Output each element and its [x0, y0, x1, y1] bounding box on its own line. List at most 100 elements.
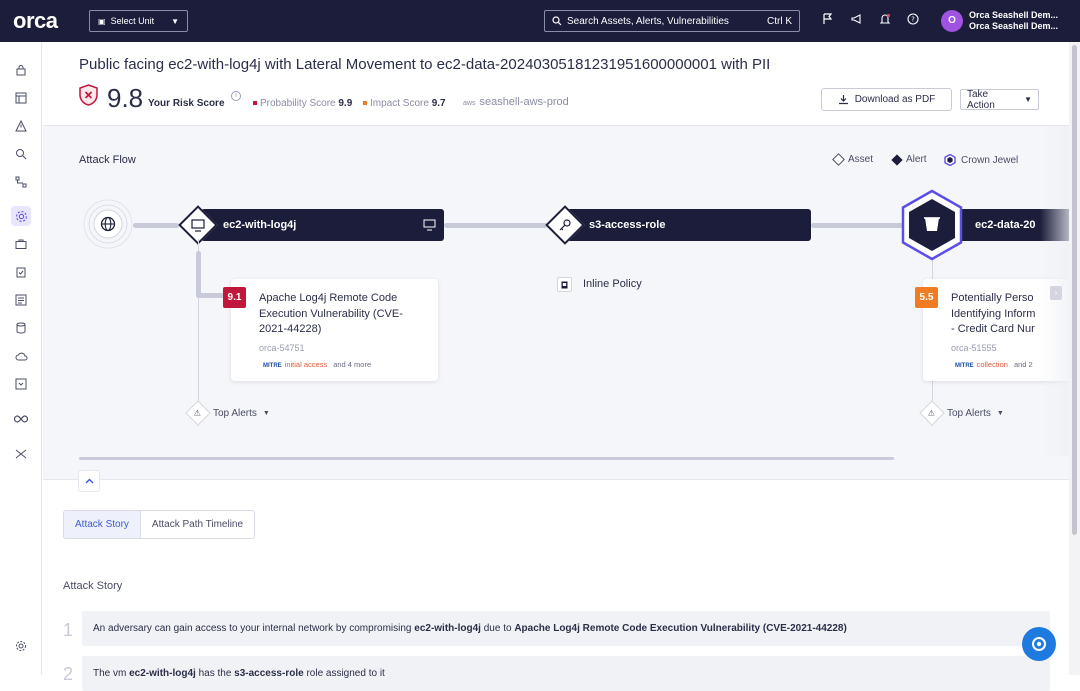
legend-crown-jewel-label: Crown Jewel: [961, 154, 1019, 166]
list-icon[interactable]: [11, 290, 31, 310]
story-step-number: 1: [63, 620, 74, 640]
settings-icon[interactable]: [11, 636, 31, 656]
key-icon: [551, 211, 579, 239]
alert-title-line: Apache Log4j Remote Code: [259, 292, 398, 304]
asset-diamond-icon: [832, 153, 845, 166]
mitre-tag: MITRE initial access and 4 more: [263, 360, 371, 369]
story-step: An adversary can gain access to your int…: [82, 611, 1050, 646]
alert-connector: [196, 293, 226, 298]
search-icon: [552, 16, 562, 26]
more-tactics[interactable]: and 4 more: [333, 360, 371, 369]
caret-down-icon: ▼: [996, 409, 1004, 417]
search-input[interactable]: Search Assets, Alerts, Vulnerabilities C…: [544, 10, 800, 32]
collapse-flow-button[interactable]: [78, 470, 100, 492]
more-tactics[interactable]: and 2: [1014, 360, 1033, 369]
tab-attack-story[interactable]: Attack Story: [64, 511, 141, 538]
crown-jewel-hexagon[interactable]: [899, 189, 965, 261]
asset-node-label: ec2-with-log4j: [223, 219, 297, 231]
briefcase-icon[interactable]: [11, 234, 31, 254]
infinity-icon[interactable]: [11, 409, 31, 429]
story-tabs: Attack Story Attack Path Timeline: [63, 510, 256, 539]
lock-icon[interactable]: [11, 60, 31, 80]
impact-score: Impact Score 9.7: [363, 98, 446, 109]
help-icon[interactable]: ?: [906, 13, 920, 27]
info-icon[interactable]: i: [231, 91, 241, 101]
cloud-account[interactable]: aws seashell-aws-prod: [463, 96, 569, 108]
search-icon[interactable]: [11, 144, 31, 164]
attack-path-icon[interactable]: [11, 206, 31, 226]
story-text: An adversary can gain access to your int…: [93, 623, 415, 634]
alert-score-badge: 9.1: [223, 287, 246, 308]
download-icon: [838, 95, 848, 105]
cloud-icon[interactable]: [11, 346, 31, 366]
internet-node[interactable]: [83, 199, 133, 249]
user-menu[interactable]: Orca Seashell Dem... Orca Seashell Dem..…: [969, 10, 1058, 32]
asset-node-ec2-with-log4j[interactable]: ec2-with-log4j: [201, 209, 444, 241]
top-bar: orca ▣ Select Unit ▼ Search Assets, Aler…: [0, 0, 1080, 42]
download-pdf-button[interactable]: Download as PDF: [821, 88, 952, 111]
alert-diamond-icon: [891, 153, 903, 166]
mitre-tactic: initial access: [284, 360, 328, 369]
select-unit-dropdown[interactable]: ▣ Select Unit ▼: [89, 10, 188, 32]
attack-flow-panel: Attack Flow Asset Alert Crown Jewel ec2-…: [43, 125, 1080, 480]
attack-story-title: Attack Story: [63, 580, 123, 592]
page-scrollbar-thumb[interactable]: [1072, 45, 1077, 535]
story-text: role assigned to it: [303, 668, 385, 679]
chevron-down-icon: ▼: [171, 16, 179, 26]
risk-score-value: 9.8: [107, 83, 144, 113]
chat-button[interactable]: [1022, 627, 1056, 661]
story-step: The vm ec2-with-log4j has the s3-access-…: [82, 656, 1050, 691]
attack-flow-title: Attack Flow: [79, 154, 136, 166]
flow-connector: [133, 223, 179, 228]
legend-asset-label: Asset: [848, 154, 874, 165]
story-asset[interactable]: ec2-with-log4j: [129, 668, 196, 679]
inline-policy-label[interactable]: Inline Policy: [583, 278, 642, 290]
inbox-icon[interactable]: [11, 374, 31, 394]
tab-attack-path-timeline[interactable]: Attack Path Timeline: [140, 511, 255, 538]
graph-icon[interactable]: [11, 172, 31, 192]
alert-id: orca-51555: [951, 343, 997, 353]
download-pdf-label: Download as PDF: [854, 94, 936, 105]
layout-icon[interactable]: [11, 88, 31, 108]
vm-icon: [184, 211, 212, 239]
mitre-tag: MITRE collection and 2: [955, 360, 1033, 369]
top-alerts-label: Top Alerts: [213, 407, 257, 419]
chevron-down-icon: ▼: [1024, 95, 1032, 104]
flag-icon[interactable]: [821, 13, 835, 27]
clipboard-check-icon[interactable]: [11, 262, 31, 282]
mitre-logo: MITRE: [263, 363, 282, 369]
alert-title-line: 2021-44228): [259, 323, 322, 335]
probability-score: Probability Score 9.9: [253, 98, 352, 109]
svg-text:?: ?: [911, 16, 915, 24]
story-text: due to: [480, 623, 515, 634]
asset-node-label: ec2-data-20: [975, 219, 1036, 231]
alert-card[interactable]: Apache Log4j Remote Code Execution Vulne…: [231, 279, 438, 381]
alert-icon[interactable]: [11, 116, 31, 136]
take-action-dropdown[interactable]: Take Action ▼: [960, 89, 1039, 111]
shuffle-icon[interactable]: [11, 444, 31, 464]
impact-value: 9.7: [431, 98, 446, 109]
top-alerts-label: Top Alerts: [947, 407, 991, 419]
caret-down-icon: ▼: [262, 409, 270, 417]
orca-logo[interactable]: orca: [13, 8, 58, 34]
shield-x-icon: [79, 84, 98, 106]
impact-marker: [363, 101, 367, 106]
mitre-tactic: collection: [976, 360, 1008, 369]
asset-node-s3-access-role[interactable]: s3-access-role: [567, 209, 811, 241]
story-role[interactable]: s3-access-role: [234, 668, 304, 679]
story-alert[interactable]: Apache Log4j Remote Code Execution Vulne…: [514, 623, 847, 634]
story-asset[interactable]: ec2-with-log4j: [414, 623, 481, 634]
avatar[interactable]: O: [941, 10, 963, 32]
alert-title-line: Potentially Perso: [951, 292, 1034, 304]
top-alerts-toggle[interactable]: ⚠ Top Alerts ▼: [185, 400, 270, 426]
horizontal-scrollbar[interactable]: [79, 457, 894, 460]
user-name: Orca Seashell Dem...: [969, 10, 1059, 20]
page-title: Public facing ec2-with-log4j with Latera…: [79, 56, 771, 73]
chevron-up-icon: [85, 478, 93, 484]
chevron-right-icon[interactable]: ›: [1050, 286, 1062, 300]
aws-icon: aws: [463, 100, 476, 107]
top-alerts-toggle[interactable]: ⚠ Top Alerts ▼: [919, 400, 1004, 426]
megaphone-icon[interactable]: [850, 13, 864, 27]
database-icon[interactable]: [11, 318, 31, 338]
bell-icon[interactable]: [878, 13, 892, 27]
